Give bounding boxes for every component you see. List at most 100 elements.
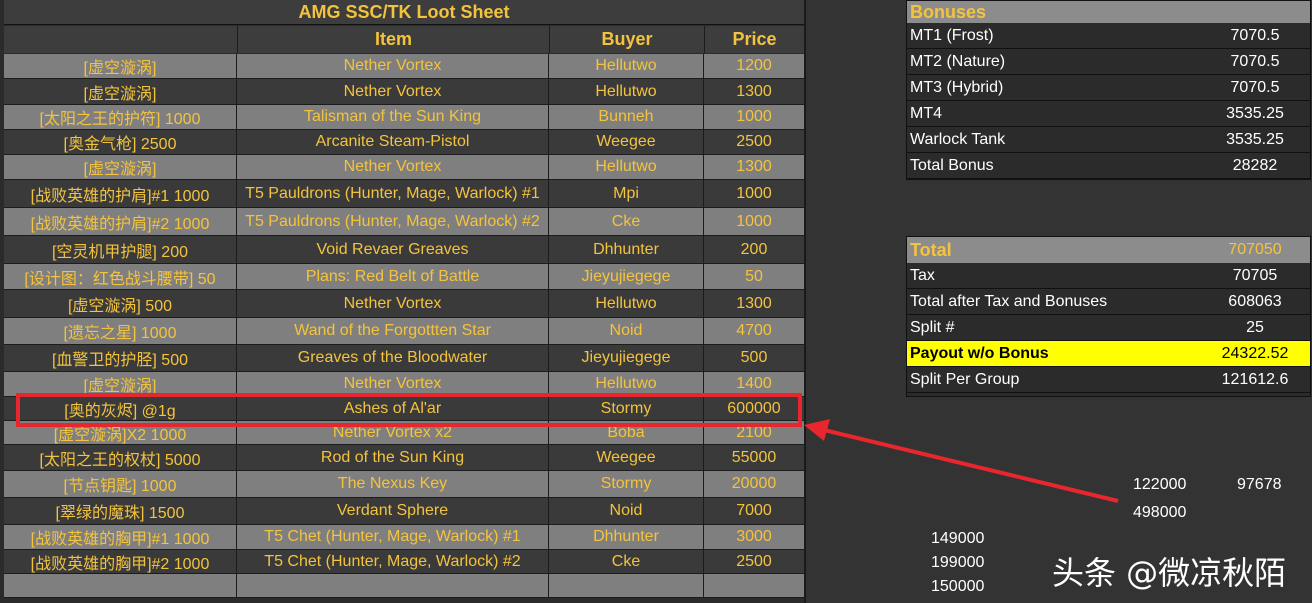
cell-buyer[interactable]: Noid [549,498,704,524]
bonus-value[interactable]: 7070.5 [1200,53,1310,71]
cell-cn-name[interactable]: [虚空漩涡] [4,54,237,78]
cell-buyer[interactable]: Jieyujiegege [549,345,704,371]
cell-buyer[interactable]: Mpi [549,180,704,207]
cell-buyer[interactable]: Cke [549,550,704,573]
cell-cn-name[interactable]: [虚空漩涡] 500 [4,290,237,317]
table-row: [战败英雄的胸甲]#1 1000 T5 Chet (Hunter, Mage, W… [4,525,804,550]
cell-price[interactable]: 1000 [704,105,804,129]
cell-cn-name[interactable]: [战败英雄的护肩]#1 1000 [4,180,237,207]
cell-item[interactable]: T5 Chet (Hunter, Mage, Warlock) #2 [237,550,549,573]
cell-cn-name[interactable]: [战败英雄的胸甲]#2 1000 [4,550,237,573]
cell-item[interactable]: Nether Vortex [237,79,549,104]
bonus-row: MT1 (Frost) 7070.5 [907,23,1310,49]
cell-price[interactable]: 20000 [704,471,804,497]
cell-buyer[interactable]: Stormy [549,471,704,497]
table-row: [战败英雄的护肩]#1 1000 T5 Pauldrons (Hunter, Ma… [4,180,804,208]
bonus-label: MT4 [910,104,942,122]
cell-price[interactable]: 1300 [704,79,804,104]
totals-value[interactable]: 70705 [1200,267,1310,285]
bonus-value[interactable]: 28282 [1200,157,1310,175]
bonus-row: Total Bonus 28282 [907,153,1310,179]
cell-cn-name[interactable]: [空灵机甲护腿] 200 [4,236,237,263]
cell-item[interactable]: Nether Vortex [237,54,549,78]
cell-price[interactable]: 7000 [704,498,804,524]
cell-item[interactable]: Plans: Red Belt of Battle [237,264,549,289]
cell-cn-name[interactable]: [节点钥匙] 1000 [4,471,237,497]
bonus-label: Warlock Tank [910,130,1006,148]
cell-price[interactable]: 1000 [704,180,804,207]
cell-price[interactable]: 3000 [704,525,804,549]
cell-cn-name[interactable] [4,574,237,597]
cell-cn-name[interactable]: [战败英雄的胸甲]#1 1000 [4,525,237,549]
totals-value[interactable]: 608063 [1200,293,1310,311]
cell-buyer[interactable]: Jieyujiegege [549,264,704,289]
cell-buyer[interactable]: Hellutwo [549,54,704,78]
cell-item[interactable]: T5 Pauldrons (Hunter, Mage, Warlock) #1 [237,180,549,207]
cell-buyer[interactable]: Bunneh [549,105,704,129]
cell-buyer[interactable]: Dhhunter [549,236,704,263]
table-row: [翠绿的魔珠] 1500 Verdant Sphere Noid 7000 [4,498,804,525]
cell-buyer[interactable]: Hellutwo [549,79,704,104]
cell-cn-name[interactable]: [血警卫的护胫] 500 [4,345,237,371]
bonus-value[interactable]: 7070.5 [1200,27,1310,45]
cell-price[interactable]: 1200 [704,54,804,78]
cell-buyer[interactable]: Noid [549,318,704,344]
cell-item[interactable] [237,574,549,597]
cell-price[interactable]: 4700 [704,318,804,344]
bonus-value[interactable]: 7070.5 [1200,79,1310,97]
cell-item[interactable]: Arcanite Steam-Pistol [237,130,549,154]
cell-cn-name[interactable]: [太阳之王的权杖] 5000 [4,445,237,470]
cell-price[interactable]: 1300 [704,290,804,317]
cell-price[interactable] [704,574,804,597]
totals-value[interactable]: 24322.52 [1200,345,1310,363]
cell-item[interactable]: Nether Vortex [237,290,549,317]
bonus-label: MT2 (Nature) [910,52,1006,70]
cell-price[interactable]: 1300 [704,155,804,179]
cell-buyer[interactable]: Hellutwo [549,290,704,317]
bonus-row: MT3 (Hybrid) 7070.5 [907,75,1310,101]
cell-cn-name[interactable]: [奥金气枪] 2500 [4,130,237,154]
table-row [4,574,804,598]
cell-buyer[interactable]: Dhhunter [549,525,704,549]
cell-price[interactable]: 1000 [704,208,804,235]
bonus-value[interactable]: 3535.25 [1200,131,1310,149]
table-row: [节点钥匙] 1000 The Nexus Key Stormy 20000 [4,471,804,498]
cell-buyer[interactable]: Cke [549,208,704,235]
highlight-box [16,393,802,427]
cell-item[interactable]: Wand of the Forgottten Star [237,318,549,344]
watermark-text: 头条 @微凉秋陌 [1052,554,1287,592]
cell-item[interactable]: Nether Vortex [237,155,549,179]
loose-number: 149000 [931,530,985,547]
bonus-value[interactable]: 3535.25 [1200,105,1310,123]
totals-value[interactable]: 25 [1200,319,1310,337]
cell-item[interactable]: T5 Pauldrons (Hunter, Mage, Warlock) #2 [237,208,549,235]
cell-price[interactable]: 50 [704,264,804,289]
cell-buyer[interactable]: Hellutwo [549,155,704,179]
cell-item[interactable]: Greaves of the Bloodwater [237,345,549,371]
cell-cn-name[interactable]: [设计图：红色战斗腰带] 50 [4,264,237,289]
cell-item[interactable]: The Nexus Key [237,471,549,497]
loose-number: 199000 [931,554,985,571]
cell-price[interactable]: 500 [704,345,804,371]
cell-item[interactable]: Void Revaer Greaves [237,236,549,263]
cell-buyer[interactable]: Weegee [549,130,704,154]
cell-item[interactable]: T5 Chet (Hunter, Mage, Warlock) #1 [237,525,549,549]
cell-cn-name[interactable]: [虚空漩涡] [4,79,237,104]
totals-value[interactable]: 121612.6 [1200,371,1310,389]
cell-buyer[interactable]: Weegee [549,445,704,470]
cell-cn-name[interactable]: [太阳之王的护符] 1000 [4,105,237,129]
cell-buyer[interactable] [549,574,704,597]
totals-row: Split # 25 [907,315,1310,341]
cell-price[interactable]: 55000 [704,445,804,470]
cell-cn-name[interactable]: [遗忘之星] 1000 [4,318,237,344]
cell-item[interactable]: Verdant Sphere [237,498,549,524]
cell-cn-name[interactable]: [翠绿的魔珠] 1500 [4,498,237,524]
cell-price[interactable]: 2500 [704,130,804,154]
cell-cn-name[interactable]: [虚空漩涡] [4,155,237,179]
totals-row: Payout w/o Bonus 24322.52 [907,341,1310,367]
cell-cn-name[interactable]: [战败英雄的护肩]#2 1000 [4,208,237,235]
cell-price[interactable]: 2500 [704,550,804,573]
cell-item[interactable]: Talisman of the Sun King [237,105,549,129]
cell-item[interactable]: Rod of the Sun King [237,445,549,470]
cell-price[interactable]: 200 [704,236,804,263]
